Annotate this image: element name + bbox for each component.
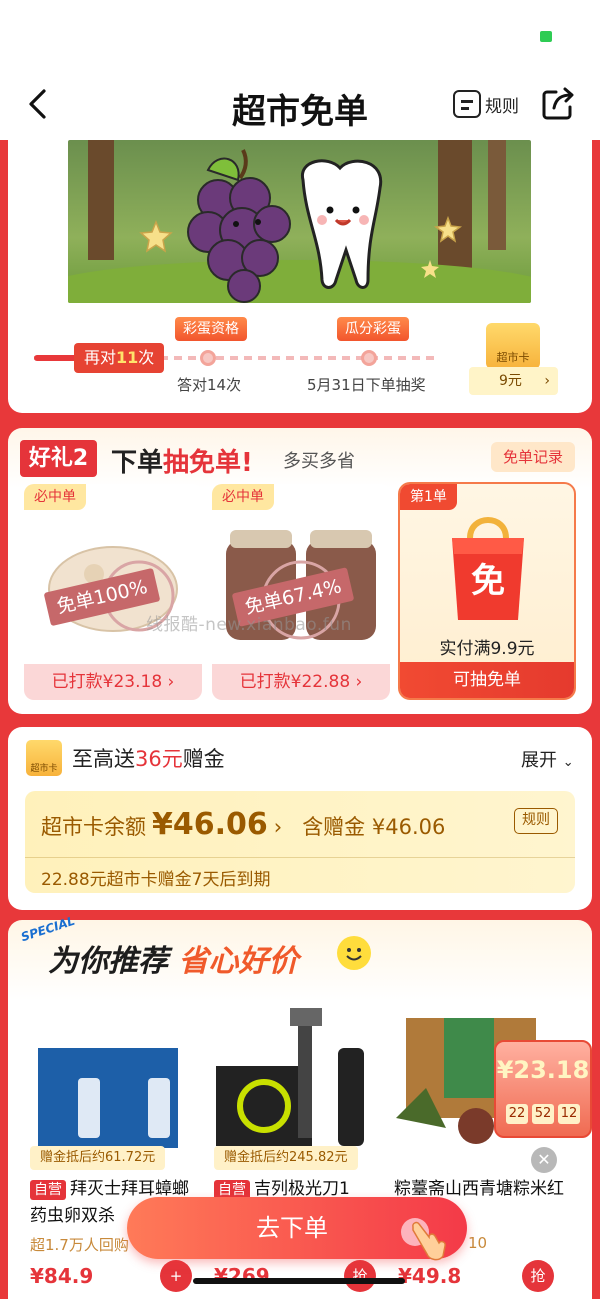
free-order-product-2[interactable]: 必中单 免单67.4% 已打款¥22.88 › bbox=[212, 484, 390, 700]
close-icon[interactable]: ✕ bbox=[531, 1147, 557, 1173]
product-price: ¥269 bbox=[214, 1264, 270, 1288]
paid-out-label-1: 已打款¥23.18 › bbox=[24, 664, 202, 700]
grab-button[interactable]: 抢 bbox=[522, 1260, 554, 1292]
chevron-right-icon: › bbox=[544, 373, 550, 389]
bonus-title: 至高送36元赠金 bbox=[72, 747, 225, 771]
countdown-hours: 22 bbox=[506, 1104, 528, 1124]
balance-box: 超市卡余额 ¥46.06 › 含赠金 ¥46.06 规则 22.88元超市卡赠金… bbox=[25, 791, 575, 893]
gift-badge: 好礼2 bbox=[20, 440, 97, 477]
current-count: 11 bbox=[116, 348, 139, 367]
free-char-icon: 免 bbox=[471, 561, 505, 601]
red-bag-icon: 免 bbox=[452, 517, 524, 620]
rules-button[interactable]: 规则 bbox=[453, 86, 519, 122]
countdown-minutes: 52 bbox=[532, 1104, 554, 1124]
milestone-2-dot bbox=[361, 350, 377, 366]
milestone-1-dot bbox=[200, 350, 216, 366]
milestone-2-caption: 5月31日下单抽奖 bbox=[307, 376, 426, 394]
share-icon[interactable] bbox=[540, 86, 576, 122]
balance-amount: ¥46.06 bbox=[152, 807, 268, 842]
gift-subtitle: 多买多省 bbox=[283, 451, 355, 472]
free-record-button[interactable]: 免单记录 bbox=[491, 442, 575, 472]
milestone-egg-qualification-tag: 彩蛋资格 bbox=[175, 317, 247, 341]
milestone-egg-split-tag: 瓜分彩蛋 bbox=[337, 317, 409, 341]
countdown-seconds: 12 bbox=[558, 1104, 580, 1124]
pointing-hand-icon bbox=[401, 1218, 446, 1261]
draw-free-button[interactable]: 可抽免单 bbox=[400, 662, 574, 698]
repurchase-count: 超1.7万人回购 bbox=[30, 1236, 129, 1254]
floating-red-packet-timer[interactable]: ¥23.18 22 52 12 bbox=[494, 1040, 592, 1138]
nav-bar: 超市免单 规则 bbox=[0, 70, 600, 140]
sold-count: 10 bbox=[468, 1234, 488, 1252]
smiley-icon bbox=[337, 936, 371, 970]
supermarket-balance-card: 超市卡 至高送36元赠金 展开 ⌄ 超市卡余额 ¥46.06 › 含赠金 ¥46… bbox=[8, 727, 592, 910]
free-order-product-1[interactable]: 必中单 免单100% 已打款¥23.18 › bbox=[24, 484, 202, 700]
paid-out-label-2: 已打款¥22.88 › bbox=[212, 664, 390, 700]
supermarket-card-icon: 超市卡 bbox=[486, 323, 540, 369]
card-reward-button[interactable]: 9元 › bbox=[469, 367, 558, 395]
expiry-note: 22.88元超市卡赠金7天后到期 bbox=[41, 870, 271, 890]
add-to-cart-button[interactable]: + bbox=[160, 1260, 192, 1292]
gift-title: 下单抽免单! bbox=[111, 448, 253, 478]
self-operated-badge: 自营 bbox=[30, 1180, 66, 1200]
rules-label: 规则 bbox=[485, 96, 519, 117]
grape-tooth-banner-image[interactable] bbox=[68, 140, 531, 303]
subsidy-label: 赠金抵后约245.82元 bbox=[214, 1146, 358, 1170]
subsidy-label: 赠金抵后约61.72元 bbox=[30, 1146, 166, 1170]
countdown: 22 52 12 bbox=[506, 1104, 580, 1124]
home-indicator bbox=[193, 1278, 405, 1284]
gift-free-order-card: 好礼2 下单抽免单! 多买多省 免单记录 必中单 免单100% 已打款¥23.1… bbox=[8, 428, 592, 714]
recommend-title: 为你推荐 省心好价 bbox=[48, 944, 299, 979]
game-progress-card: 再对11次 彩蛋资格 答对14次 瓜分彩蛋 5月31日下单抽奖 超市卡 9元 › bbox=[8, 140, 592, 413]
chevron-right-icon: › bbox=[273, 815, 283, 839]
balance-rules-button[interactable]: 规则 bbox=[514, 808, 558, 834]
must-win-tag: 必中单 bbox=[212, 484, 274, 510]
chevron-down-icon: ⌄ bbox=[562, 755, 574, 770]
timer-amount: ¥23.18 bbox=[496, 1056, 590, 1084]
gift-amount-label: 含赠金 ¥46.06 bbox=[302, 815, 446, 839]
rules-doc-icon bbox=[453, 90, 481, 118]
divider bbox=[25, 857, 575, 858]
product-razor-image bbox=[216, 1008, 364, 1146]
product-price: ¥84.9 bbox=[30, 1264, 94, 1288]
balance-line[interactable]: 超市卡余额 ¥46.06 › 含赠金 ¥46.06 bbox=[41, 807, 445, 842]
pay-condition: 实付满9.9元 bbox=[439, 639, 535, 659]
watermark-text: 线报酷-new.xianbao.fun bbox=[146, 615, 352, 635]
battery-icon bbox=[540, 31, 552, 42]
status-bar bbox=[0, 0, 600, 70]
supermarket-card-small-icon: 超市卡 bbox=[26, 740, 62, 776]
must-win-tag: 必中单 bbox=[24, 484, 86, 510]
milestone-1-caption: 答对14次 bbox=[177, 376, 242, 394]
grab-button[interactable]: 抢 bbox=[344, 1260, 376, 1292]
product-insecticide-image bbox=[38, 1018, 178, 1148]
expand-button[interactable]: 展开 ⌄ bbox=[521, 746, 574, 772]
first-order-lottery-card[interactable]: 第1单 免 实付满9.9元 可抽免单 bbox=[398, 482, 576, 700]
current-progress-pill: 再对11次 bbox=[74, 343, 165, 373]
